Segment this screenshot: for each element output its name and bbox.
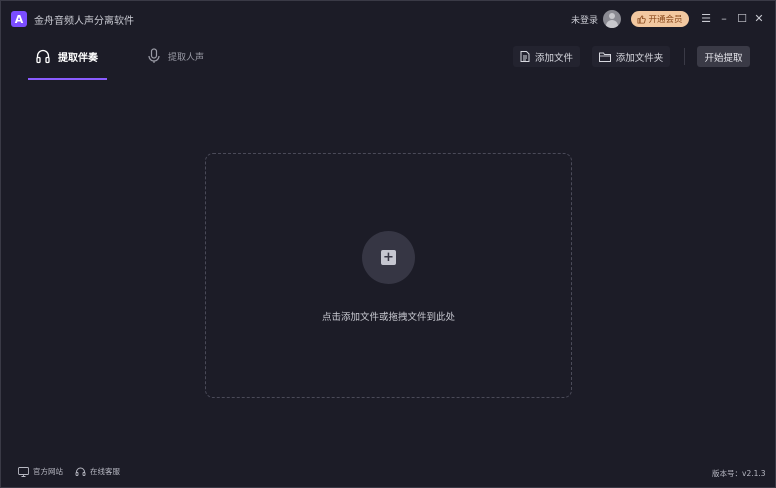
vip-button[interactable]: 开通会员 (631, 11, 689, 27)
minimize-icon[interactable]: – (717, 11, 731, 25)
thumbs-up-icon (637, 14, 647, 24)
file-icon (520, 51, 530, 62)
add-file-label: 添加文件 (534, 52, 573, 64)
add-folder-button[interactable]: 添加文件夹 (592, 46, 670, 67)
online-service-link[interactable]: 在线客服 (75, 466, 120, 477)
microphone-icon (147, 48, 161, 64)
start-extract-button[interactable]: 开始提取 (697, 46, 750, 67)
app-logo-icon: A (11, 11, 27, 27)
menu-icon[interactable]: ☰ (699, 11, 713, 25)
add-file-circle-button[interactable]: + (362, 231, 415, 284)
service-label: 在线客服 (90, 467, 120, 476)
vip-label: 开通会员 (648, 15, 683, 25)
active-tab-indicator (28, 78, 107, 80)
add-file-button[interactable]: 添加文件 (513, 46, 580, 67)
maximize-icon[interactable]: ☐ (735, 11, 749, 25)
monitor-icon (18, 466, 29, 477)
add-folder-label: 添加文件夹 (615, 52, 664, 64)
tab-label: 提取人声 (168, 52, 205, 63)
plus-icon: + (381, 250, 396, 265)
tab-extract-vocals[interactable]: 提取人声 (147, 45, 204, 67)
folder-icon (598, 52, 611, 62)
app-window: A 金舟音频人声分离软件 未登录 开通会员 ☰ – ☐ ✕ 提取伴奏 提取人声 … (0, 0, 776, 488)
avatar[interactable] (603, 10, 621, 28)
tab-label: 提取伴奏 (58, 52, 98, 64)
headphones-icon (35, 48, 51, 64)
close-icon[interactable]: ✕ (752, 11, 766, 25)
drop-hint-text: 点击添加文件或拖拽文件到此处 (321, 312, 455, 323)
toolbar-divider (684, 48, 685, 65)
title-bar: A 金舟音频人声分离软件 未登录 开通会员 ☰ – ☐ ✕ (1, 1, 775, 35)
app-title: 金舟音频人声分离软件 (34, 16, 134, 27)
login-status[interactable]: 未登录 (571, 13, 598, 26)
version-label: 版本号：v2.1.3 (712, 469, 766, 478)
tab-extract-accompaniment[interactable]: 提取伴奏 (35, 45, 98, 67)
headset-icon (75, 467, 86, 477)
website-label: 官方网站 (33, 467, 63, 476)
official-website-link[interactable]: 官方网站 (18, 466, 63, 477)
